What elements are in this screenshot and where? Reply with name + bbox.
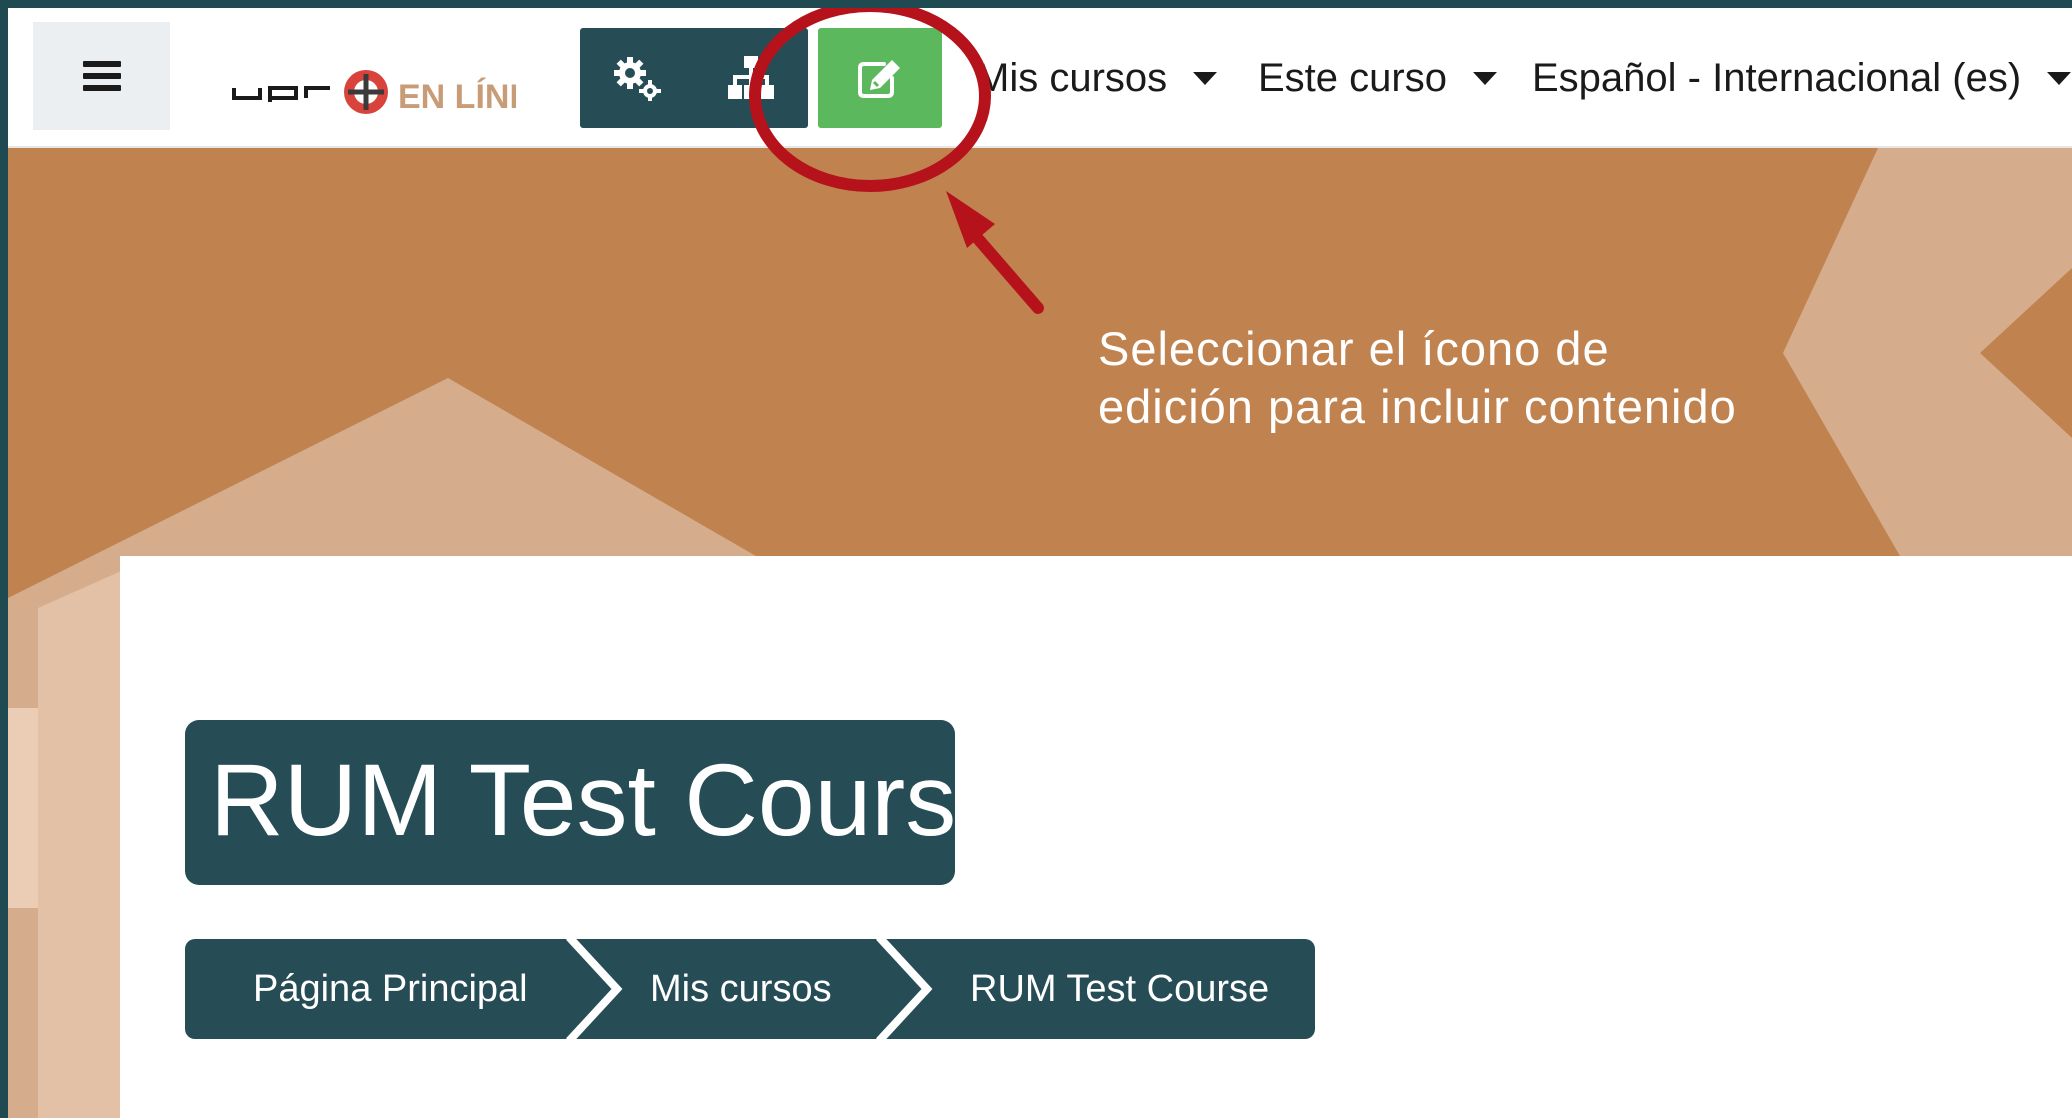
highlight-overlay [749, 8, 1044, 314]
arrow-shaft [967, 227, 1044, 314]
app-window: EN LÍNEA [8, 8, 2072, 1118]
highlight-circle [749, 8, 991, 192]
arrow-head-icon [946, 191, 995, 248]
